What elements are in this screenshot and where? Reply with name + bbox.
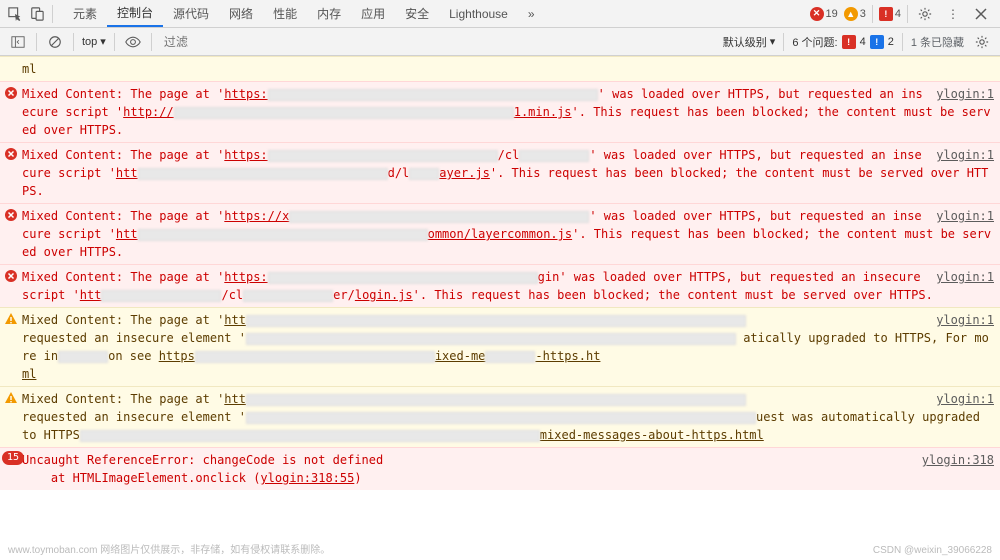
separator — [872, 5, 873, 23]
tab-security[interactable]: 安全 — [395, 0, 439, 27]
filter-input[interactable] — [160, 31, 540, 53]
issue-count[interactable]: !4 — [879, 7, 901, 21]
chevron-down-icon: ▾ — [100, 35, 106, 48]
watermark-right: CSDN @weixin_39066228 — [873, 545, 992, 556]
sidebar-toggle-icon[interactable] — [8, 32, 28, 52]
close-icon[interactable] — [970, 3, 992, 25]
separator — [783, 33, 784, 51]
separator — [151, 33, 152, 51]
tabbar-right: ✕19 ▲3 !4 ⋮ — [810, 3, 997, 25]
source-link[interactable]: ylogin:1 — [936, 207, 994, 225]
more-tabs-icon[interactable]: » — [518, 0, 545, 27]
more-menu-icon[interactable]: ⋮ — [942, 3, 964, 25]
separator — [52, 5, 53, 23]
source-link[interactable]: ylogin:1 — [936, 311, 994, 329]
console-message-error: ylogin:1 Mixed Content: The page at 'htt… — [0, 264, 1000, 307]
chevron-down-icon: ▾ — [770, 35, 776, 48]
watermark-left: www.toymoban.com 网络图片仅供展示，非存储，如有侵权请联系删除。 — [8, 541, 330, 556]
error-icon — [4, 147, 18, 161]
source-link[interactable]: ylogin:1 — [936, 390, 994, 408]
source-link[interactable]: ylogin:318 — [922, 451, 994, 469]
log-level-dropdown[interactable]: 默认级别 ▾ — [723, 34, 776, 50]
console-message-error: ylogin:1 Mixed Content: The page at 'htt… — [0, 81, 1000, 142]
repeat-count-badge: 15 — [2, 451, 24, 465]
tab-sources[interactable]: 源代码 — [163, 0, 219, 27]
partial-message: ml — [0, 56, 1000, 81]
separator — [36, 33, 37, 51]
console-message-error: ylogin:1 Mixed Content: The page at 'htt… — [0, 142, 1000, 203]
separator — [73, 33, 74, 51]
device-toggle-icon[interactable] — [26, 3, 48, 25]
tab-network[interactable]: 网络 — [219, 0, 263, 27]
separator — [114, 33, 115, 51]
error-icon — [4, 208, 18, 222]
separator — [907, 5, 908, 23]
separator — [902, 33, 903, 51]
source-link[interactable]: ylogin:1 — [936, 85, 994, 103]
tab-console[interactable]: 控制台 — [107, 0, 163, 27]
tab-lighthouse[interactable]: Lighthouse — [439, 0, 518, 27]
console-message-warning: ylogin:1 Mixed Content: The page at 'htt… — [0, 307, 1000, 386]
clear-console-icon[interactable] — [45, 32, 65, 52]
console-toolbar: top ▾ 默认级别 ▾ 6 个问题: !4 !2 1 条已隐藏 — [0, 28, 1000, 56]
panel-tabs: 元素 控制台 源代码 网络 性能 内存 应用 安全 Lighthouse » — [63, 0, 545, 27]
settings-icon[interactable] — [914, 3, 936, 25]
tab-elements[interactable]: 元素 — [63, 0, 107, 27]
console-message-warning: ylogin:1 Mixed Content: The page at 'htt… — [0, 386, 1000, 447]
warning-count[interactable]: ▲3 — [844, 7, 866, 21]
warning-icon — [4, 391, 18, 405]
hidden-count[interactable]: 1 条已隐藏 — [911, 34, 964, 50]
tab-memory[interactable]: 内存 — [307, 0, 351, 27]
settings-icon[interactable] — [972, 32, 992, 52]
inspect-icon[interactable] — [4, 3, 26, 25]
console-messages[interactable]: ml ylogin:1 Mixed Content: The page at '… — [0, 56, 1000, 540]
console-message-error: 15 ylogin:318 Uncaught ReferenceError: c… — [0, 447, 1000, 490]
tab-performance[interactable]: 性能 — [263, 0, 307, 27]
devtools-tabbar: 元素 控制台 源代码 网络 性能 内存 应用 安全 Lighthouse » ✕… — [0, 0, 1000, 28]
source-link[interactable]: ylogin:1 — [936, 268, 994, 286]
context-selector[interactable]: top ▾ — [82, 35, 106, 48]
console-message-error: ylogin:1 Mixed Content: The page at 'htt… — [0, 203, 1000, 264]
source-link[interactable]: ylogin:1 — [936, 146, 994, 164]
warning-icon — [4, 312, 18, 326]
issues-summary[interactable]: 6 个问题: !4 !2 — [792, 34, 893, 50]
error-count[interactable]: ✕19 — [810, 7, 838, 21]
error-icon — [4, 86, 18, 100]
live-expression-icon[interactable] — [123, 32, 143, 52]
error-icon — [4, 269, 18, 283]
tab-application[interactable]: 应用 — [351, 0, 395, 27]
